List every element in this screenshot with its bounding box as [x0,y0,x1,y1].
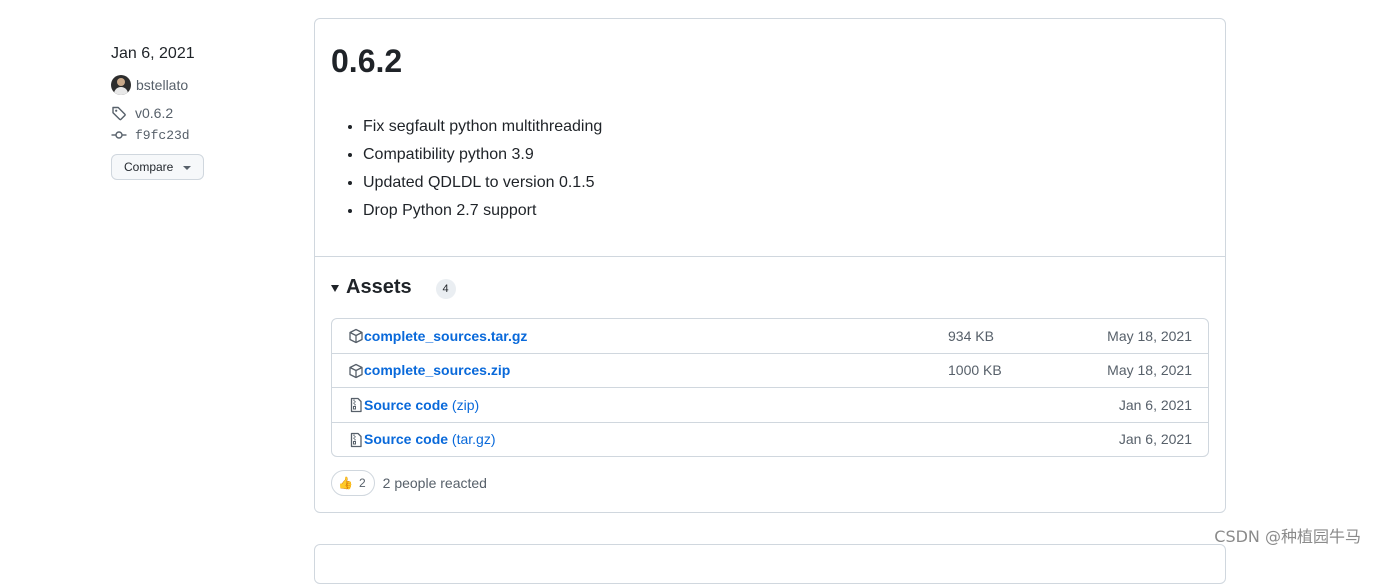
release-meta: Jan 6, 2021 bstellato v0.6.2 f9fc23d Com… [111,44,301,180]
thumbs-up-icon: 👍 [338,476,353,490]
avatar[interactable] [111,75,131,95]
compare-button[interactable]: Compare [111,154,205,180]
release-tag[interactable]: v0.6.2 [111,104,301,122]
reaction-summary: 2 people reacted [382,475,487,491]
assets-list: complete_sources.tar.gz 934 KB May 18, 2… [331,318,1209,457]
release-version-title[interactable]: 0.6.2 [331,41,402,81]
release-author[interactable]: bstellato [111,75,301,95]
asset-date: Jan 6, 2021 [1118,431,1192,448]
commit-sha[interactable]: f9fc23d [135,128,190,143]
file-zip-icon [350,432,362,447]
tag-label[interactable]: v0.6.2 [135,105,173,121]
release-note-item: Fix segfault python multithreading [363,115,602,143]
reactions: 👍 2 2 people reacted [331,470,487,496]
asset-size: 1000 KB [948,362,1002,379]
package-icon [349,328,363,344]
reaction-count: 2 [358,476,366,490]
author-name[interactable]: bstellato [136,77,188,93]
asset-size: 934 KB [948,327,994,344]
assets-toggle[interactable]: Assets 4 [331,275,456,299]
chevron-down-icon [183,166,192,170]
compare-label: Compare [124,160,174,174]
asset-row: complete_sources.tar.gz 934 KB May 18, 2… [332,319,1208,353]
asset-row: complete_sources.zip 1000 KB May 18, 202… [332,352,1208,388]
triangle-down-icon [331,284,339,292]
asset-date: Jan 6, 2021 [1118,396,1192,413]
release-date: Jan 6, 2021 [111,45,195,62]
package-icon [349,363,363,378]
asset-link[interactable]: Source code (zip) [364,397,479,413]
release-commit[interactable]: f9fc23d [111,126,301,144]
git-commit-icon [111,131,127,139]
release-notes: Fix segfault python multithreading Compa… [363,115,602,227]
thumbs-up-reaction-button[interactable]: 👍 2 [331,470,375,496]
assets-count-badge: 4 [435,279,456,299]
file-zip-icon [350,397,362,413]
asset-row: Source code (zip) Jan 6, 2021 [332,387,1208,422]
asset-link[interactable]: complete_sources.tar.gz [364,328,527,344]
asset-link[interactable]: complete_sources.zip [364,362,510,378]
watermark: CSDN @种植园牛马 [1214,527,1361,546]
asset-row: Source code (tar.gz) Jan 6, 2021 [332,421,1208,457]
divider [315,256,1225,257]
asset-date: May 18, 2021 [1107,362,1192,379]
tag-icon [112,106,126,121]
release-note-item: Drop Python 2.7 support [363,199,602,227]
release-card: 0.6.2 Fix segfault python multithreading… [314,18,1226,513]
release-note-item: Compatibility python 3.9 [363,143,602,171]
asset-date: May 18, 2021 [1107,327,1192,344]
assets-title: Assets [346,275,412,298]
release-note-item: Updated QDLDL to version 0.1.5 [363,171,602,199]
next-release-card [314,544,1226,584]
asset-link[interactable]: Source code (tar.gz) [364,431,496,447]
